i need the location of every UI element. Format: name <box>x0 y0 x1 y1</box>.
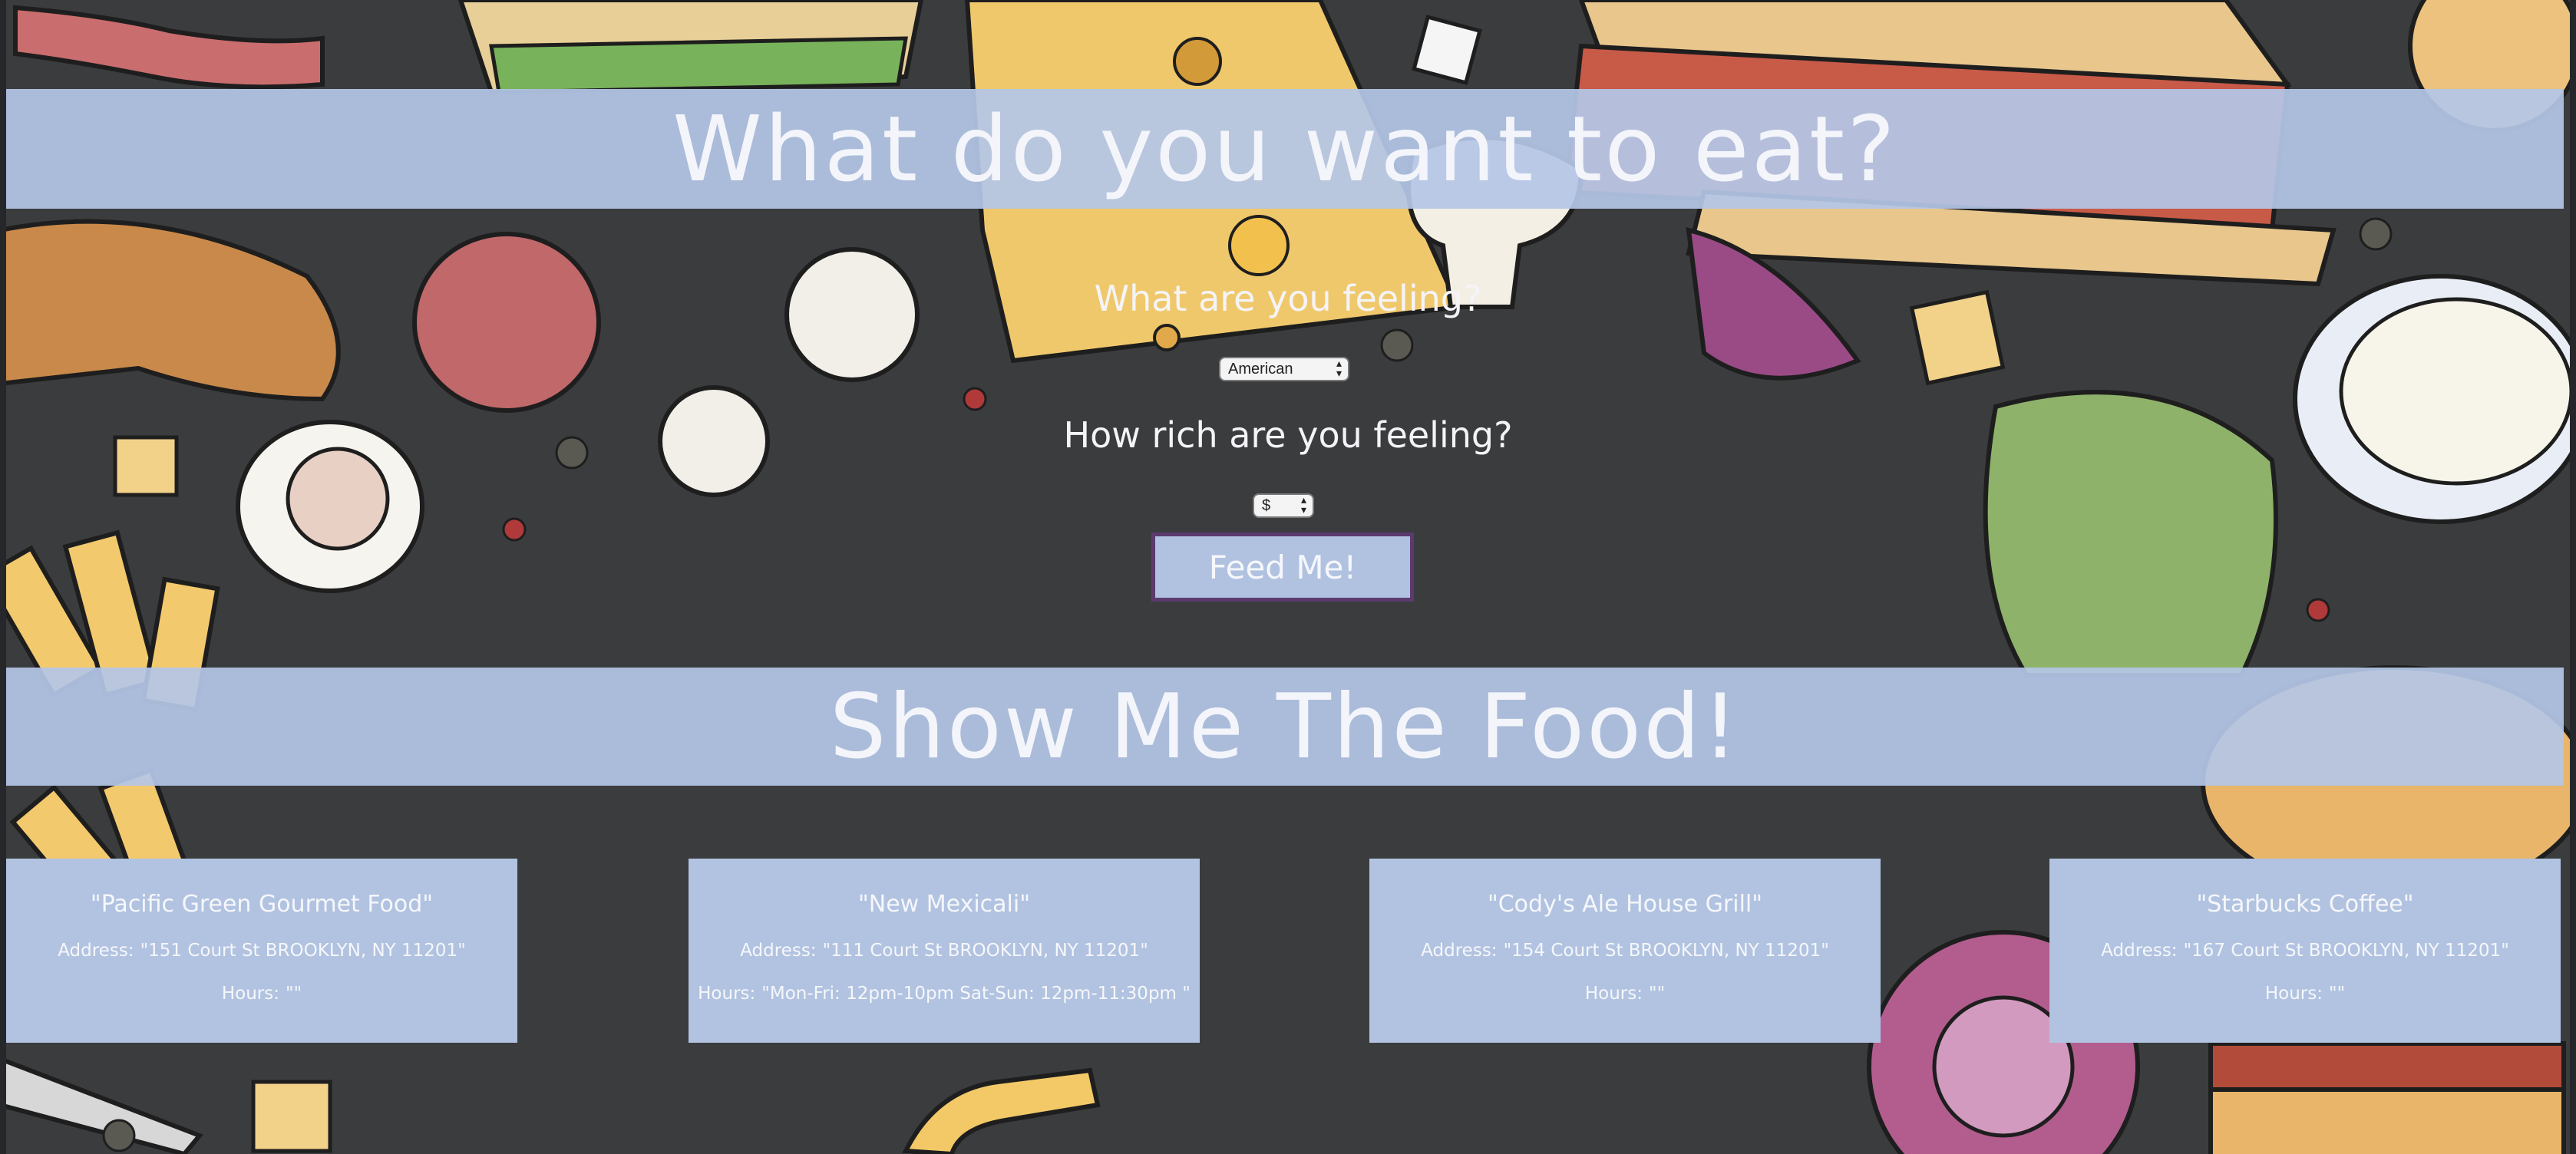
price-select-value: $ <box>1262 497 1271 514</box>
select-arrows-icon: ▴ ▾ <box>1300 493 1306 516</box>
hours-value: "Mon-Fri: 12pm-10pm Sat-Sun: 12pm-11:30p… <box>761 984 1191 1004</box>
address-label: Address: <box>740 941 817 961</box>
window-edge-right <box>2570 0 2576 1154</box>
restaurant-address: Address: "111 Court St BROOKLYN, NY 11201… <box>689 941 1200 961</box>
address-value: "151 Court St BROOKLYN, NY 11201" <box>140 941 466 961</box>
window-edge-left <box>0 0 6 1154</box>
results-title: Show Me The Food! <box>829 674 1741 779</box>
address-value: "167 Court St BROOKLYN, NY 11201" <box>2183 941 2509 961</box>
hours-value: "" <box>285 984 302 1004</box>
restaurant-name: "New Mexicali" <box>857 891 1031 918</box>
restaurant-address: Address: "167 Court St BROOKLYN, NY 11201… <box>2049 941 2561 961</box>
restaurant-card: "New Mexicali" Address: "111 Court St BRO… <box>689 859 1200 1043</box>
restaurant-hours: Hours: "" <box>1369 984 1881 1004</box>
address-label: Address: <box>58 941 134 961</box>
restaurant-address: Address: "151 Court St BROOKLYN, NY 11201… <box>6 941 517 961</box>
page-title: What do you want to eat? <box>672 96 1897 202</box>
address-label: Address: <box>1421 941 1498 961</box>
hours-value: "" <box>2328 984 2346 1004</box>
restaurant-hours: Hours: "" <box>2049 984 2561 1004</box>
restaurant-name: "Pacific Green Gourmet Food" <box>90 891 434 918</box>
restaurant-hours: Hours: "" <box>6 984 517 1004</box>
hours-label: Hours: <box>2264 984 2323 1004</box>
restaurant-name: "Starbucks Coffee" <box>2196 891 2414 918</box>
results-banner: Show Me The Food! <box>6 668 2564 786</box>
hours-value: "" <box>1648 984 1666 1004</box>
feed-me-button[interactable]: Feed Me! <box>1151 532 1414 602</box>
restaurant-address: Address: "154 Court St BROOKLYN, NY 11201… <box>1369 941 1881 961</box>
cuisine-select[interactable]: American ▴ ▾ <box>1219 357 1349 381</box>
restaurant-hours: Hours: "Mon-Fri: 12pm-10pm Sat-Sun: 12pm-… <box>689 984 1200 1004</box>
hours-label: Hours: <box>1584 984 1643 1004</box>
header-banner: What do you want to eat? <box>6 89 2564 209</box>
restaurant-card: "Pacific Green Gourmet Food" Address: "15… <box>6 859 517 1043</box>
select-arrows-icon: ▴ ▾ <box>1336 357 1342 379</box>
restaurant-card: "Starbucks Coffee" Address: "167 Court St… <box>2049 859 2561 1043</box>
address-value: "111 Court St BROOKLYN, NY 11201" <box>822 941 1148 961</box>
address-value: "154 Court St BROOKLYN, NY 11201" <box>1503 941 1829 961</box>
price-select[interactable]: $ ▴ ▾ <box>1253 493 1314 518</box>
restaurant-name: "Cody's Ale House Grill" <box>1487 891 1763 918</box>
address-label: Address: <box>2101 941 2178 961</box>
hours-label: Hours: <box>221 984 279 1004</box>
restaurant-card: "Cody's Ale House Grill" Address: "154 Co… <box>1369 859 1881 1043</box>
cuisine-question: What are you feeling? <box>1094 278 1482 319</box>
price-question: How rich are you feeling? <box>1063 414 1513 456</box>
cuisine-select-value: American <box>1228 361 1293 378</box>
hours-label: Hours: <box>698 984 756 1004</box>
